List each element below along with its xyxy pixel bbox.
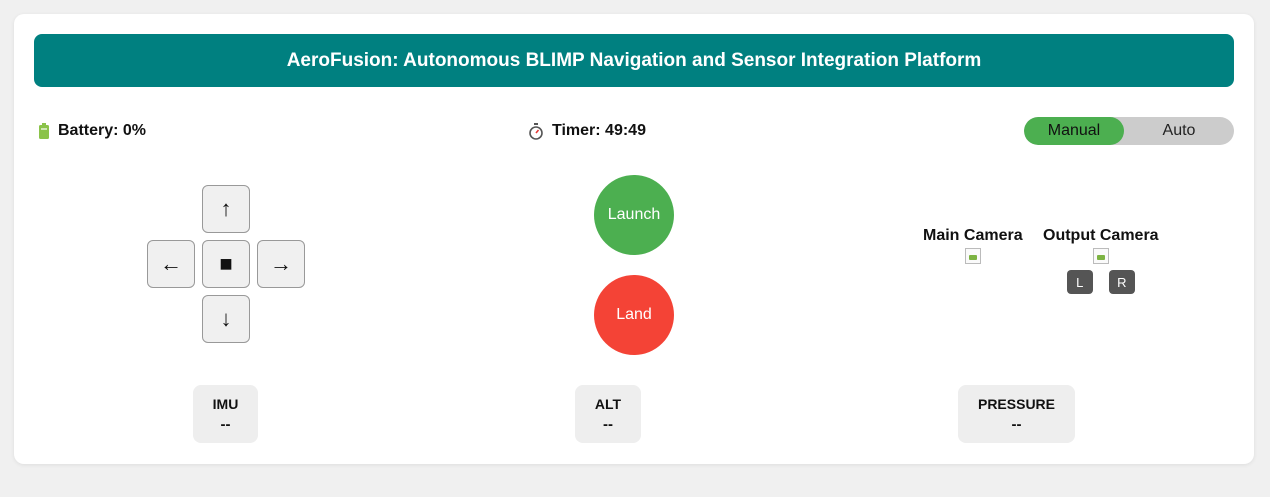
pressure-label: PRESSURE [977,395,1056,412]
stop-button[interactable]: ■ [202,240,250,288]
camera-right-button[interactable]: R [1108,270,1135,294]
alt-label: ALT [594,395,622,412]
stopwatch-icon [528,122,544,140]
main-camera-label: Main Camera [923,227,1023,244]
page-title: AeroFusion: Autonomous BLIMP Navigation … [34,34,1234,87]
mode-toggle[interactable]: Manual Auto [1024,117,1234,145]
output-camera-label: Output Camera [1043,227,1159,244]
output-camera-feed [1092,248,1109,264]
mode-manual-option[interactable]: Manual [1024,117,1124,145]
main-camera-feed [964,248,981,264]
battery-status: Battery: 0% [38,122,146,140]
launch-button[interactable]: Launch [594,175,674,255]
battery-text: Battery: 0% [58,122,147,139]
pressure-value: -- [1011,415,1022,433]
imu-label: IMU [212,395,239,412]
battery-icon [38,123,50,139]
land-button[interactable]: Land [594,275,674,355]
move-up-button[interactable]: ↑ [202,185,250,233]
move-down-button[interactable]: ↓ [202,295,250,343]
pressure-sensor-card: PRESSURE -- [958,385,1075,443]
timer-status: Timer: 49:49 [528,122,646,140]
timer-text: Timer: 49:49 [552,122,646,139]
alt-sensor-card: ALT -- [575,385,641,443]
camera-controls: L R [1066,270,1135,294]
imu-sensor-card: IMU -- [193,385,258,443]
move-left-button[interactable]: ← [147,240,195,288]
move-right-button[interactable]: → [257,240,305,288]
output-camera-panel: Output Camera L R [1043,227,1159,294]
camera-left-button[interactable]: L [1066,270,1093,294]
mode-auto-option[interactable]: Auto [1124,117,1234,145]
control-panel-card: AeroFusion: Autonomous BLIMP Navigation … [14,14,1254,464]
main-camera-panel: Main Camera [923,227,1023,264]
imu-value: -- [220,415,231,433]
alt-value: -- [603,415,613,433]
